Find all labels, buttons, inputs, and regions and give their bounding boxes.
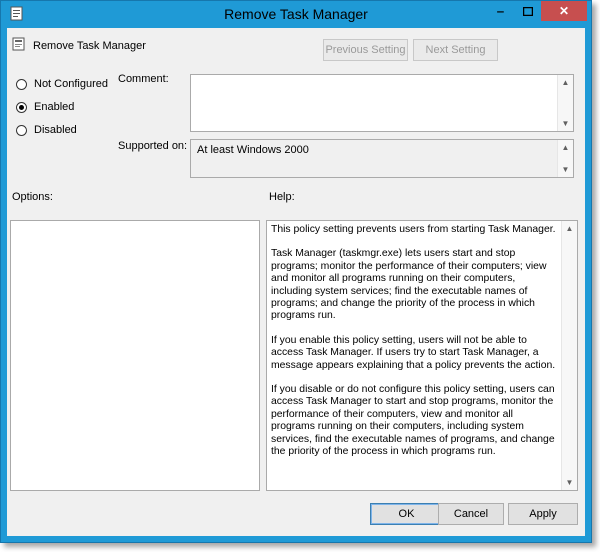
comment-scrollbar[interactable]: ▲ ▼	[557, 75, 573, 131]
policy-name: Remove Task Manager	[33, 39, 146, 52]
previous-setting-button[interactable]: Previous Setting	[323, 39, 408, 61]
radio-disabled-label[interactable]: Disabled	[34, 124, 77, 136]
radio-enabled-label[interactable]: Enabled	[34, 101, 74, 113]
scroll-down-icon[interactable]: ▼	[558, 162, 573, 177]
title-bar[interactable]: Remove Task Manager ‒ ✕	[1, 1, 591, 27]
next-setting-button[interactable]: Next Setting	[413, 39, 498, 61]
help-scrollbar[interactable]: ▲ ▼	[561, 221, 577, 490]
close-icon[interactable]: ✕	[541, 1, 587, 21]
dialog-client-area: Remove Task Manager Previous Setting Nex…	[7, 28, 585, 536]
help-paragraph: If you enable this policy setting, users…	[271, 334, 556, 371]
policy-icon	[12, 37, 26, 54]
radio-disabled[interactable]: Disabled	[16, 124, 77, 136]
radio-not-configured-dot[interactable]	[16, 78, 27, 90]
policy-header: Remove Task Manager	[12, 37, 146, 54]
radio-disabled-dot[interactable]	[16, 124, 27, 136]
help-paragraph: Task Manager (taskmgr.exe) lets users st…	[271, 248, 547, 322]
radio-not-configured[interactable]: Not Configured	[16, 78, 108, 90]
scroll-up-icon[interactable]: ▲	[558, 140, 573, 155]
cancel-button[interactable]: Cancel	[438, 503, 504, 525]
options-label: Options:	[12, 191, 53, 203]
radio-not-configured-label[interactable]: Not Configured	[34, 78, 108, 90]
policy-dialog-window: Remove Task Manager ‒ ✕ Remove Task Mana…	[0, 0, 592, 543]
help-label: Help:	[269, 191, 295, 203]
radio-enabled-dot[interactable]	[16, 101, 27, 113]
comment-textarea[interactable]: ▲ ▼	[190, 74, 574, 132]
ok-button[interactable]: OK	[370, 503, 443, 525]
supported-on-field[interactable]: At least Windows 2000 ▲ ▼	[190, 139, 574, 178]
help-paragraph: This policy setting prevents users from …	[271, 224, 556, 235]
scroll-up-icon[interactable]: ▲	[558, 75, 573, 90]
comment-label: Comment:	[118, 73, 169, 85]
help-panel[interactable]: This policy setting prevents users from …	[266, 220, 578, 491]
scroll-up-icon[interactable]: ▲	[562, 221, 577, 236]
supported-on-value: At least Windows 2000	[197, 144, 309, 156]
scroll-down-icon[interactable]: ▼	[558, 116, 573, 131]
supported-on-label: Supported on:	[118, 140, 188, 152]
help-paragraph: If you disable or do not configure this …	[271, 384, 555, 458]
help-text: This policy setting prevents users from …	[271, 224, 557, 471]
scroll-down-icon[interactable]: ▼	[562, 475, 577, 490]
minimize-icon[interactable]: ‒	[487, 1, 514, 21]
radio-enabled[interactable]: Enabled	[16, 101, 74, 113]
apply-button[interactable]: Apply	[508, 503, 578, 525]
options-panel[interactable]	[10, 220, 260, 491]
supported-scrollbar[interactable]: ▲ ▼	[557, 140, 573, 177]
maximize-icon[interactable]	[514, 1, 541, 21]
